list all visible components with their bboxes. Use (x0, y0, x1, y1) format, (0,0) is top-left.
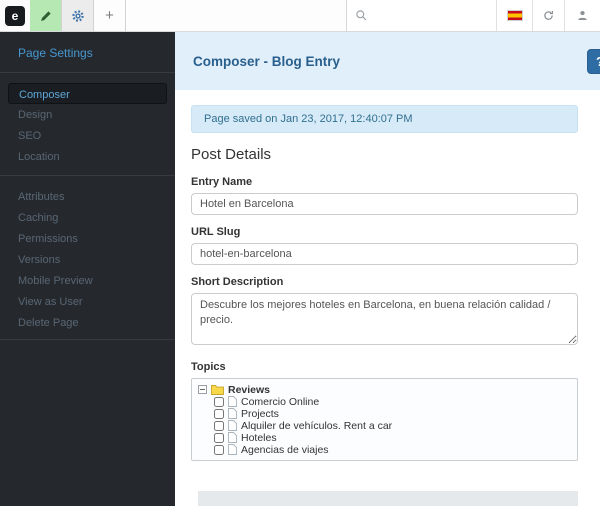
url-slug-label: URL Slug (191, 226, 241, 238)
refresh-icon (542, 9, 555, 22)
search-icon (355, 9, 368, 22)
toolbar-spacer (126, 0, 346, 31)
search-input[interactable] (374, 9, 488, 22)
entry-name-label: Entry Name (191, 176, 253, 188)
topic-checkbox[interactable] (214, 432, 224, 443)
sidebar-item[interactable]: SEO (0, 125, 175, 146)
sidebar-item[interactable]: View as User (0, 291, 175, 312)
page-header: Composer - Blog Entry ? (175, 32, 600, 90)
url-slug-input[interactable] (191, 243, 578, 265)
spain-flag-icon (506, 10, 523, 21)
sidebar-secondary-group: Attributes Caching Permissions Versions Mobi… (0, 186, 175, 333)
toolbar-search (346, 0, 496, 31)
plus-icon: + (105, 7, 114, 24)
short-description-textarea[interactable] (191, 293, 578, 345)
topics-root-label: Reviews (228, 383, 271, 396)
tab-settings[interactable] (62, 0, 94, 31)
sidebar-item[interactable]: Permissions (0, 228, 175, 249)
gear-icon (71, 9, 85, 23)
main-panel: Composer - Blog Entry ? Page saved on Ja… (175, 32, 600, 506)
short-description-field: Short Description (191, 276, 578, 350)
topic-checkbox[interactable] (214, 396, 224, 407)
topics-root-node[interactable]: Reviews (198, 383, 571, 396)
refresh-button[interactable] (532, 0, 564, 31)
topics-field: Topics Reviews Comercio Online Projects … (191, 361, 578, 461)
page-title: Composer - Blog Entry (193, 53, 341, 69)
sidebar-item[interactable]: Caching (0, 207, 175, 228)
topic-checkbox[interactable] (214, 444, 224, 455)
app-logo[interactable]: e (0, 0, 30, 31)
topic-checkbox[interactable] (214, 420, 224, 431)
folder-icon (211, 384, 224, 395)
sidebar-item[interactable]: Delete Page (0, 312, 175, 333)
tab-edit[interactable] (30, 0, 62, 31)
file-icon (228, 408, 237, 419)
file-icon (228, 396, 237, 407)
sidebar-divider (0, 339, 175, 340)
short-description-label: Short Description (191, 276, 284, 288)
file-icon (228, 432, 237, 443)
sidebar-item[interactable]: Versions (0, 249, 175, 270)
user-icon (576, 9, 589, 22)
composer-form: Page saved on Jan 23, 2017, 12:40:07 PM … (175, 90, 600, 506)
user-menu-button[interactable] (564, 0, 600, 31)
tree-collapse-icon[interactable] (198, 385, 207, 394)
evolution-logo-icon: e (5, 5, 25, 26)
language-switcher[interactable] (496, 0, 532, 31)
topic-item[interactable]: Alquiler de vehículos. Rent a car (198, 419, 571, 432)
sidebar-primary-group: Composer Design SEO Location (0, 83, 175, 167)
topics-children: Comercio Online Projects Alquiler de veh… (198, 395, 571, 456)
sidebar-item[interactable]: Composer (8, 83, 167, 104)
sidebar-divider (0, 175, 175, 176)
form-actions: Save Publish (198, 491, 578, 506)
topic-label: Agencias de viajes (241, 443, 329, 456)
sidebar-title: Page Settings (18, 46, 93, 60)
tab-new[interactable]: + (94, 0, 126, 31)
topics-tree: Reviews Comercio Online Projects Alquile… (191, 378, 578, 461)
topic-item[interactable]: Agencias de viajes (198, 443, 571, 456)
topic-item[interactable]: Projects (198, 407, 571, 420)
topic-label: Comercio Online (241, 395, 320, 408)
help-button[interactable]: ? (587, 48, 600, 74)
url-slug-field: URL Slug (191, 226, 578, 265)
sidebar-item[interactable]: Attributes (0, 186, 175, 207)
file-icon (228, 444, 237, 455)
topic-label: Hoteles (241, 431, 277, 444)
file-icon (228, 420, 237, 431)
pencil-icon (40, 10, 52, 22)
topic-checkbox[interactable] (214, 408, 224, 419)
section-title: Post Details (191, 146, 272, 163)
topic-item[interactable]: Comercio Online (198, 395, 571, 408)
save-notification: Page saved on Jan 23, 2017, 12:40:07 PM (191, 105, 578, 133)
entry-name-input[interactable] (191, 193, 578, 215)
topics-label: Topics (191, 361, 226, 373)
topic-item[interactable]: Hoteles (198, 431, 571, 444)
page-settings-sidebar: Page Settings Composer Design SEO Location … (0, 32, 175, 506)
sidebar-item[interactable]: Mobile Preview (0, 270, 175, 291)
sidebar-item[interactable]: Location (0, 146, 175, 167)
topic-label: Projects (241, 407, 279, 420)
entry-name-field: Entry Name (191, 176, 578, 215)
topic-label: Alquiler de vehículos. Rent a car (241, 419, 393, 432)
sidebar-item[interactable]: Design (0, 104, 175, 125)
top-toolbar: e + (0, 0, 600, 32)
sidebar-divider (0, 72, 175, 73)
